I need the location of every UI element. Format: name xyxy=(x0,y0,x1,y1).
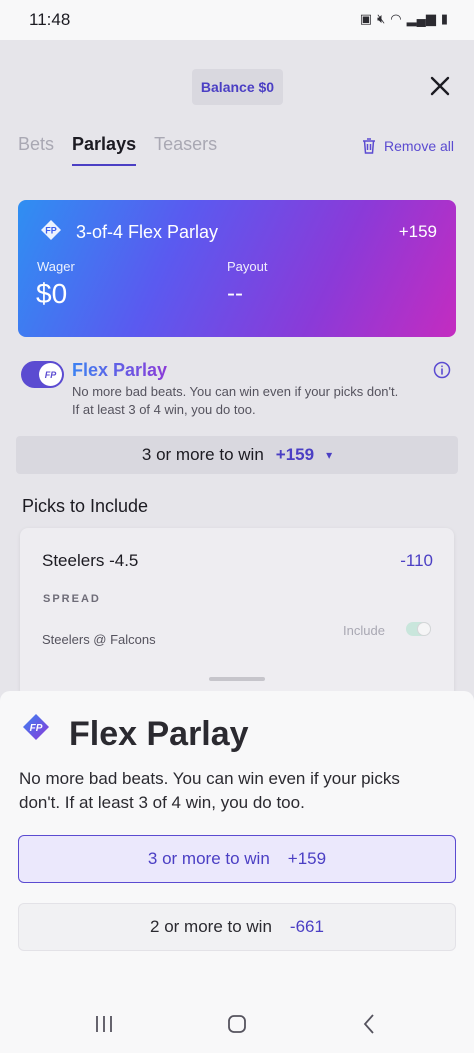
option-label: 2 or more to win xyxy=(150,917,272,936)
tab-parlays[interactable]: Parlays xyxy=(72,134,137,166)
svg-text:FP: FP xyxy=(45,370,57,380)
battery-saver-icon: ▣ xyxy=(359,11,373,26)
parlay-title: 3-of-4 Flex Parlay xyxy=(76,222,219,242)
parlay-summary-card: FP 3-of-4 Flex Parlay +159 Wager $0 Payo… xyxy=(18,200,456,337)
flex-parlay-row: FP Flex Parlay No more bad beats. You ca… xyxy=(20,358,454,420)
status-icons: ▣ 🔇︎ ◠ ▂▄▆ ▮ xyxy=(360,11,448,27)
option-odds: +159 xyxy=(287,849,327,868)
payout-value: -- xyxy=(227,280,243,307)
include-toggle-knob xyxy=(417,622,431,636)
trash-icon xyxy=(362,138,375,154)
win-threshold-selector[interactable]: 3 or more to win +159 ▾ xyxy=(16,436,458,474)
pick-type: SPREAD xyxy=(43,593,101,605)
flex-parlay-description: No more bad beats. You can win even if y… xyxy=(72,384,399,417)
wifi-icon: ◠ xyxy=(390,11,402,26)
info-icon[interactable] xyxy=(433,361,451,379)
bottom-sheet-title: Flex Parlay xyxy=(69,715,249,753)
flex-parlay-title: Flex Parlay xyxy=(72,360,168,380)
tab-teasers[interactable]: Teasers xyxy=(154,134,217,166)
win-threshold-label: 3 or more to win xyxy=(141,445,264,464)
recents-icon[interactable] xyxy=(94,1015,114,1033)
remove-all-label: Remove all xyxy=(383,138,454,154)
pick-odds: -110 xyxy=(400,551,433,570)
betslip-tabs: Bets Parlays Teasers xyxy=(18,134,217,166)
close-icon[interactable] xyxy=(428,74,452,98)
system-nav-bar xyxy=(0,998,474,1053)
pick-matchup: Steelers @ Falcons xyxy=(42,632,156,647)
pick-card: Steelers -4.5 -110 SPREAD Steelers @ Fal… xyxy=(20,528,454,698)
flex-parlay-logo-icon: FP xyxy=(41,220,61,240)
parlay-odds: +159 xyxy=(398,222,437,241)
balance-badge: Balance $0 xyxy=(192,69,283,105)
option-3-or-more[interactable]: 3 or more to win +159 xyxy=(18,835,456,883)
battery-icon: ▮ xyxy=(440,11,448,26)
option-odds: -661 xyxy=(289,917,324,936)
picks-heading: Picks to Include xyxy=(22,496,149,516)
pick-team: Steelers -4.5 xyxy=(42,551,139,570)
option-2-or-more[interactable]: 2 or more to win -661 xyxy=(18,903,456,951)
home-icon[interactable] xyxy=(227,1014,247,1034)
flex-parlay-toggle[interactable]: FP xyxy=(21,361,64,388)
option-label: 3 or more to win xyxy=(147,849,270,868)
payout-label: Payout xyxy=(227,259,268,274)
svg-text:FP: FP xyxy=(30,723,43,734)
fp-icon: FP xyxy=(45,370,57,380)
flex-parlay-logo-icon: FP xyxy=(23,714,49,740)
win-threshold-odds: +159 xyxy=(275,445,315,464)
mute-icon: 🔇︎ xyxy=(377,11,386,26)
bottom-sheet-description: No more bad beats. You can win even if y… xyxy=(19,769,400,812)
include-label: Include xyxy=(343,623,385,638)
signal-icon: ▂▄▆ xyxy=(406,11,436,26)
status-time: 11:48 xyxy=(29,10,71,29)
remove-all-button[interactable]: Remove all xyxy=(362,138,454,154)
include-toggle[interactable] xyxy=(406,622,431,636)
back-icon[interactable] xyxy=(362,1013,376,1035)
wager-label: Wager xyxy=(37,259,75,274)
wager-value[interactable]: $0 xyxy=(36,278,67,310)
sheet-grab-handle[interactable] xyxy=(209,677,265,681)
betslip-modal: Balance $0 Bets Parlays Teasers Remove a… xyxy=(0,58,474,698)
flex-parlay-toggle-knob-icon: FP xyxy=(39,363,62,386)
chevron-down-icon: ▾ xyxy=(326,448,333,462)
status-bar: 11:48 ▣ 🔇︎ ◠ ▂▄▆ ▮ xyxy=(0,0,474,40)
flex-parlay-bottom-sheet: FP Flex Parlay No more bad beats. You ca… xyxy=(0,691,474,998)
tab-bets[interactable]: Bets xyxy=(18,134,54,166)
svg-text:FP: FP xyxy=(45,226,57,236)
